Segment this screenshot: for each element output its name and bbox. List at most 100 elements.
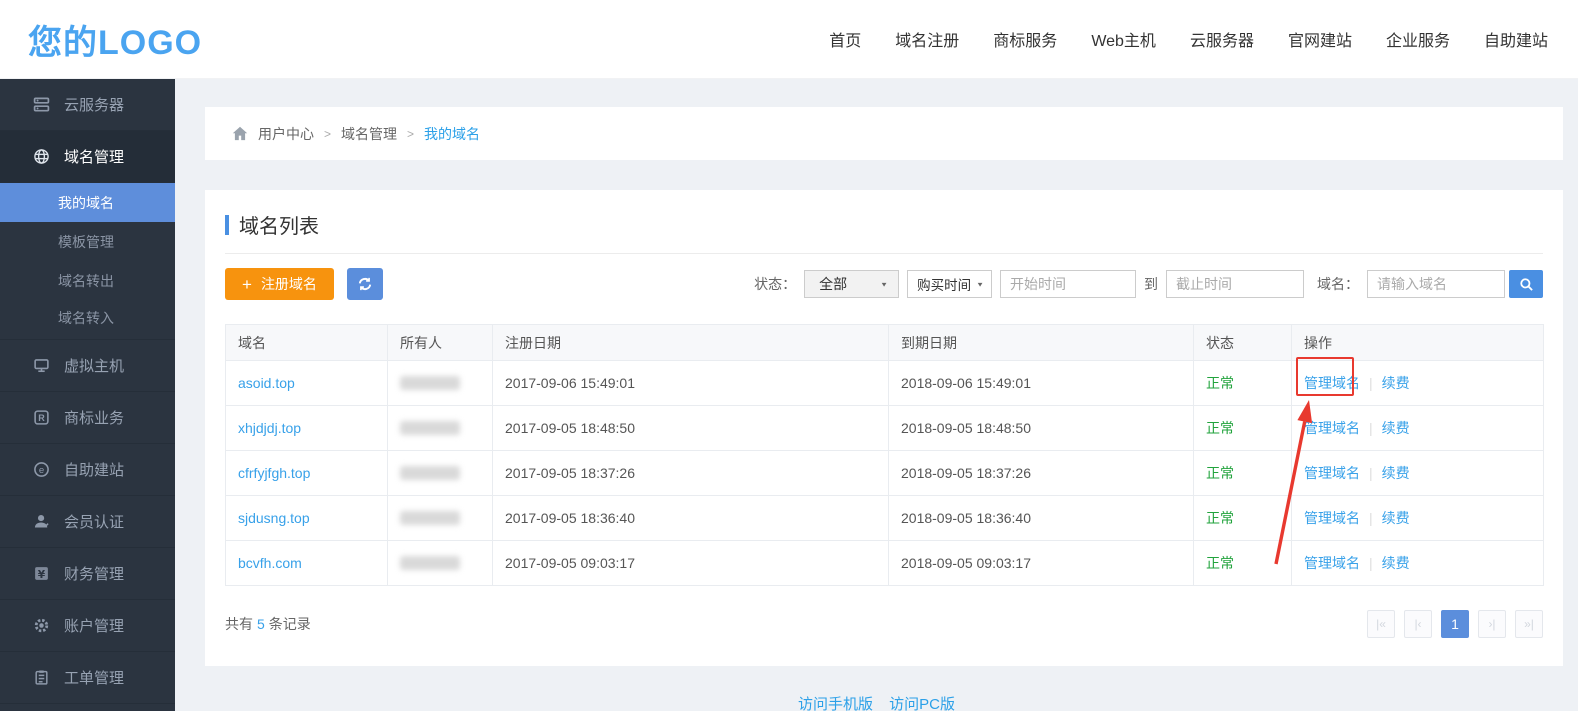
renew-link[interactable]: 续费: [1382, 510, 1410, 526]
status-select[interactable]: 全部 ▼: [804, 270, 899, 298]
domain-link[interactable]: sjdusng.top: [238, 510, 310, 526]
sidebar-item-trademark[interactable]: R 商标业务: [0, 392, 175, 444]
register-domain-button[interactable]: + 注册域名: [225, 268, 334, 300]
sidebar-subitem-my-domains[interactable]: 我的域名: [0, 183, 175, 222]
pc-version-link[interactable]: 访问PC版: [889, 696, 955, 711]
domain-link[interactable]: cfrfyjfgh.top: [238, 465, 310, 481]
page-title: 域名列表: [239, 210, 319, 239]
nav-trademark-service[interactable]: 商标服务: [993, 27, 1057, 51]
domain-search-input[interactable]: [1367, 270, 1505, 298]
refresh-button[interactable]: [347, 268, 383, 300]
sidebar-subitem-domain-transfer-out[interactable]: 域名转出: [0, 261, 175, 300]
col-status: 状态: [1194, 325, 1292, 361]
summary-suffix: 条记录: [269, 616, 311, 632]
table-row: bcvfh.com 2017-09-05 09:03:17 2018-09-05…: [226, 541, 1544, 586]
pagination-last-button[interactable]: »|: [1515, 610, 1543, 638]
pagination: |« |‹ 1 ›| »|: [1367, 610, 1543, 638]
sidebar-item-domain-management[interactable]: 域名管理: [0, 131, 175, 183]
subitem-label: 我的域名: [58, 193, 114, 213]
site-logo: 您的LOGO: [28, 15, 202, 64]
manage-domain-link[interactable]: 管理域名: [1304, 555, 1360, 571]
record-summary: 共有5条记录: [225, 614, 311, 634]
start-date-input[interactable]: [1000, 270, 1136, 298]
nav-website-builder[interactable]: 官网建站: [1288, 27, 1352, 51]
manage-domain-link[interactable]: 管理域名: [1304, 420, 1360, 436]
sidebar-item-label: 自助建站: [64, 459, 124, 480]
domain-link[interactable]: xhjdjdj.top: [238, 420, 301, 436]
sidebar-item-label: 域名管理: [64, 146, 124, 167]
nav-cloud-server[interactable]: 云服务器: [1190, 27, 1254, 51]
filter-bar: 状态： 全部 ▼ 购买时间 ▼ 到 域名：: [754, 270, 1543, 298]
sidebar-subitem-domain-transfer-in[interactable]: 域名转入: [0, 300, 175, 339]
finance-icon: ¥: [33, 565, 50, 582]
status-filter-label: 状态：: [754, 274, 796, 294]
nav-self-site[interactable]: 自助建站: [1484, 27, 1548, 51]
sidebar: 云服务器 域名管理 我的域名 模板管理 域名转出 域名转入 虚拟主机 R 商标业…: [0, 79, 175, 711]
breadcrumb-user-center[interactable]: 用户中心: [258, 124, 314, 144]
pagination-first-button[interactable]: |«: [1367, 610, 1395, 638]
sidebar-item-virtual-host[interactable]: 虚拟主机: [0, 340, 175, 392]
subitem-label: 域名转入: [58, 308, 114, 328]
manage-domain-link[interactable]: 管理域名: [1304, 375, 1360, 391]
nav-domain-register[interactable]: 域名注册: [895, 27, 959, 51]
sidebar-item-member-verification[interactable]: 会员认证: [0, 496, 175, 548]
domain-list-panel: 域名列表 + 注册域名 状态： 全部 ▼ 购买时间: [205, 190, 1563, 666]
sidebar-subitem-template-management[interactable]: 模板管理: [0, 222, 175, 261]
domain-submenu: 我的域名 模板管理 域名转出 域名转入: [0, 183, 175, 340]
sidebar-item-work-order[interactable]: 工单管理: [0, 652, 175, 704]
chevron-down-icon: ▼: [976, 280, 984, 287]
registered-date: 2017-09-06 15:49:01: [493, 361, 889, 406]
breadcrumb-separator: >: [324, 127, 331, 141]
owner-redacted: [400, 511, 460, 525]
expire-date: 2018-09-05 18:36:40: [889, 496, 1194, 541]
subitem-label: 域名转出: [58, 271, 114, 291]
renew-link[interactable]: 续费: [1382, 555, 1410, 571]
table-header-row: 域名 所有人 注册日期 到期日期 状态 操作: [226, 325, 1544, 361]
gear-icon: [33, 617, 50, 634]
manage-domain-link[interactable]: 管理域名: [1304, 510, 1360, 526]
refresh-icon: [357, 276, 373, 292]
owner-redacted: [400, 466, 460, 480]
server-icon: [33, 96, 50, 113]
sidebar-item-self-site-builder[interactable]: e 自助建站: [0, 444, 175, 496]
sidebar-item-label: 虚拟主机: [64, 355, 124, 376]
domain-filter-label: 域名：: [1317, 274, 1359, 294]
renew-link[interactable]: 续费: [1382, 420, 1410, 436]
pagination-next-button[interactable]: ›|: [1478, 610, 1506, 638]
to-label: 到: [1144, 274, 1158, 294]
status-badge: 正常: [1206, 375, 1234, 391]
domain-link[interactable]: bcvfh.com: [238, 555, 302, 571]
registered-date: 2017-09-05 18:48:50: [493, 406, 889, 451]
title-accent-bar: [225, 215, 229, 235]
end-date-input[interactable]: [1166, 270, 1304, 298]
domain-link[interactable]: asoid.top: [238, 375, 295, 391]
action-separator: |: [1369, 555, 1373, 571]
table-row: cfrfyjfgh.top 2017-09-05 18:37:26 2018-0…: [226, 451, 1544, 496]
renew-link[interactable]: 续费: [1382, 375, 1410, 391]
search-button[interactable]: [1509, 270, 1543, 298]
breadcrumb-domain-management[interactable]: 域名管理: [341, 124, 397, 144]
subitem-label: 模板管理: [58, 232, 114, 252]
renew-link[interactable]: 续费: [1382, 465, 1410, 481]
nav-web-hosting[interactable]: Web主机: [1091, 27, 1156, 51]
registered-date: 2017-09-05 09:03:17: [493, 541, 889, 586]
sidebar-item-finance[interactable]: ¥ 财务管理: [0, 548, 175, 600]
sidebar-item-account[interactable]: 账户管理: [0, 600, 175, 652]
pagination-prev-button[interactable]: |‹: [1404, 610, 1432, 638]
mobile-version-link[interactable]: 访问手机版: [798, 696, 873, 711]
owner-redacted: [400, 556, 460, 570]
member-icon: [33, 513, 50, 530]
sidebar-item-cloud-server[interactable]: 云服务器: [0, 79, 175, 131]
time-type-select[interactable]: 购买时间 ▼: [907, 270, 992, 298]
nav-enterprise-service[interactable]: 企业服务: [1386, 27, 1450, 51]
breadcrumb-my-domains[interactable]: 我的域名: [424, 124, 480, 144]
ticket-icon: [33, 669, 50, 686]
col-owner: 所有人: [388, 325, 493, 361]
nav-home[interactable]: 首页: [829, 27, 861, 51]
host-icon: [33, 357, 50, 374]
status-select-value: 全部: [819, 274, 847, 294]
sidebar-item-label: 商标业务: [64, 407, 124, 428]
svg-text:R: R: [38, 413, 45, 423]
manage-domain-link[interactable]: 管理域名: [1304, 465, 1360, 481]
pagination-page-1-button[interactable]: 1: [1441, 610, 1469, 638]
